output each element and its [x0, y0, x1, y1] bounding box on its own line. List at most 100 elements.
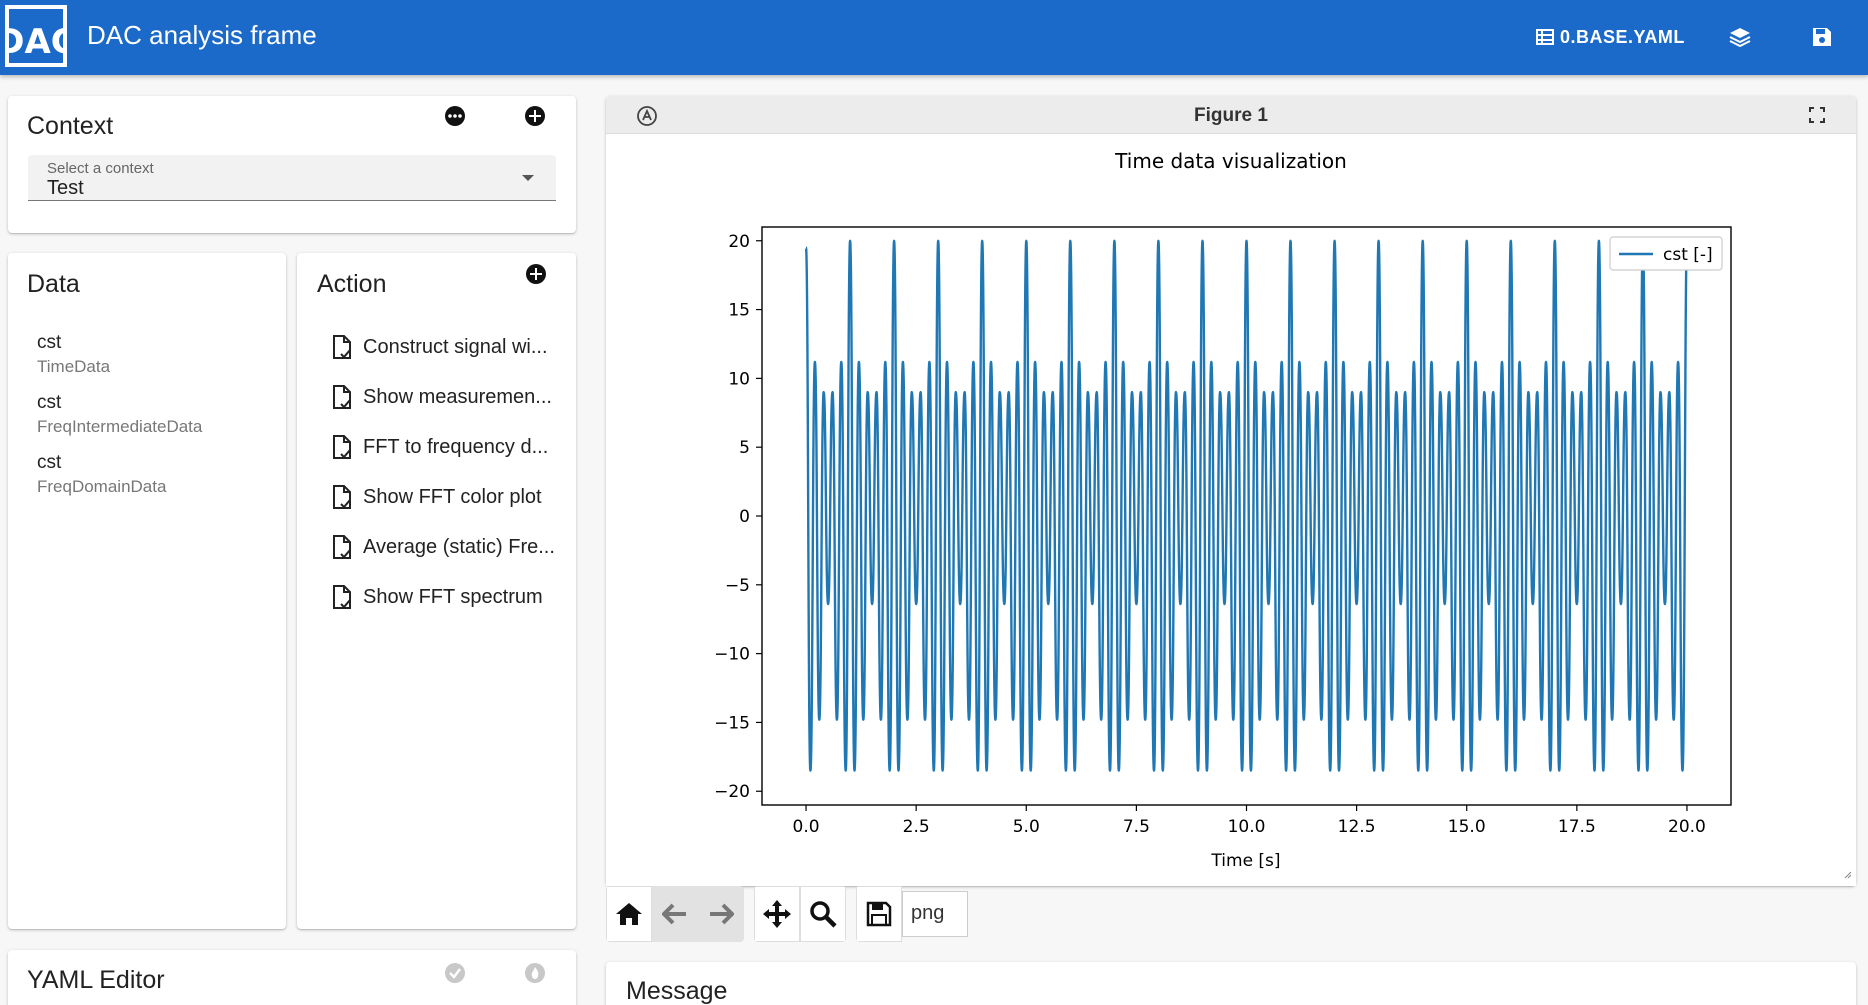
message-panel: Message — [606, 962, 1856, 1005]
message-title: Message — [626, 977, 728, 1005]
y-axis: 20 15 10 5 0 −5 −10 −15 −20 — [714, 232, 762, 802]
fullscreen-icon[interactable] — [1809, 107, 1825, 123]
file-check-icon — [333, 535, 351, 559]
config-file-button[interactable]: 0.BASE.YAML — [1536, 18, 1685, 56]
context-title: Context — [27, 112, 114, 140]
more-horizontal-icon — [445, 106, 465, 126]
data-title: Data — [27, 270, 80, 298]
x-tick-label: 15.0 — [1448, 817, 1486, 837]
context-select-label: Select a context — [47, 160, 154, 177]
data-item-type: TimeData — [37, 357, 111, 376]
action-item-label: Construct signal wi... — [363, 335, 548, 358]
context-more-button[interactable] — [442, 103, 468, 129]
home-icon — [616, 903, 642, 925]
save-button[interactable] — [1812, 18, 1832, 56]
logo-text: DAC — [5, 22, 67, 62]
figure-canvas[interactable]: Time data visualization 20 15 10 5 0 −5 −10 −15… — [606, 134, 1856, 886]
add-context-button[interactable] — [522, 103, 548, 129]
y-tick-label: 10 — [728, 369, 750, 389]
y-tick-label: 0 — [739, 507, 750, 527]
x-tick-label: 7.5 — [1123, 817, 1150, 837]
zoom-button[interactable] — [800, 886, 846, 942]
save-format-field[interactable]: png — [902, 891, 968, 937]
data-item-type: FreqIntermediateData — [37, 417, 203, 436]
action-item-label: Average (static) Fre... — [363, 535, 555, 558]
add-action-button[interactable] — [523, 261, 549, 287]
x-axis-label: Time [s] — [1210, 851, 1280, 871]
action-item[interactable]: Average (static) Fre... — [331, 534, 555, 560]
fire-icon — [525, 963, 545, 983]
file-check-icon — [333, 585, 351, 609]
layers-button[interactable] — [1729, 18, 1751, 56]
action-item-label: FFT to frequency d... — [363, 435, 549, 458]
dropdown-arrow-icon — [522, 175, 534, 181]
y-tick-label: 5 — [739, 438, 750, 458]
data-item-name: cst — [37, 392, 62, 413]
resize-handle-icon[interactable] — [1844, 871, 1852, 879]
time-data-plot[interactable]: Time data visualization 20 15 10 5 0 −5 −10 −15… — [606, 134, 1856, 886]
chart-legend: cst [-] — [1609, 236, 1723, 271]
action-item[interactable]: Show FFT spectrum — [331, 584, 543, 610]
chart-title: Time data visualization — [1114, 149, 1347, 173]
y-tick-label: −15 — [714, 713, 750, 733]
tools-group — [754, 886, 846, 942]
yaml-apply-button[interactable] — [522, 960, 548, 986]
action-item-label: Show FFT spectrum — [363, 585, 543, 608]
data-panel: Data cst TimeData cst FreqIntermediateDa… — [8, 253, 286, 929]
x-tick-label: 17.5 — [1558, 817, 1596, 837]
y-tick-label: 15 — [728, 301, 750, 321]
action-item[interactable]: Construct signal wi... — [331, 334, 548, 360]
check-circle-icon — [445, 963, 465, 983]
yaml-editor-title: YAML Editor — [27, 966, 165, 994]
action-title: Action — [317, 270, 387, 298]
pan-button[interactable] — [754, 886, 800, 942]
x-tick-label: 0.0 — [793, 817, 820, 837]
data-item-type: FreqDomainData — [37, 477, 167, 496]
yaml-editor-panel: YAML Editor — [8, 950, 576, 1005]
legend-label: cst [-] — [1663, 245, 1713, 265]
yaml-validate-button[interactable] — [442, 960, 468, 986]
x-tick-label: 5.0 — [1013, 817, 1040, 837]
figure-toolbar: png — [606, 886, 968, 942]
action-item[interactable]: Show FFT color plot — [331, 484, 542, 510]
back-button[interactable] — [652, 886, 698, 942]
context-select-value: Test — [47, 177, 84, 199]
arrow-left-icon — [662, 903, 686, 925]
x-tick-label: 10.0 — [1228, 817, 1266, 837]
x-tick-label: 20.0 — [1668, 817, 1706, 837]
forward-button[interactable] — [698, 886, 744, 942]
move-arrows-icon — [763, 900, 791, 928]
action-item-label: Show FFT color plot — [363, 485, 542, 508]
context-select[interactable]: Select a context Test — [28, 155, 556, 201]
y-tick-label: −5 — [725, 576, 750, 596]
file-check-icon — [333, 385, 351, 409]
save-figure-button[interactable] — [856, 886, 902, 942]
figure-header: Figure 1 — [606, 96, 1856, 134]
action-item[interactable]: Show measuremen... — [331, 384, 552, 410]
data-item[interactable]: cst FreqIntermediateData — [37, 392, 202, 437]
file-check-icon — [333, 335, 351, 359]
y-tick-label: −20 — [714, 782, 750, 802]
arrow-right-icon — [710, 903, 734, 925]
floppy-disk-icon — [866, 901, 892, 927]
data-item[interactable]: cst TimeData — [37, 332, 110, 377]
app-bar: DAC DAC analysis frame 0.BASE.YAML — [0, 0, 1868, 75]
home-button[interactable] — [606, 886, 652, 942]
data-item-name: cst — [37, 332, 62, 353]
data-item[interactable]: cst FreqDomainData — [37, 452, 166, 497]
x-axis: 0.0 2.5 5.0 7.5 10.0 12.5 15.0 17.5 20.0 — [793, 805, 1706, 837]
y-tick-label: 20 — [728, 232, 750, 252]
series-line-cst — [804, 239, 1689, 772]
data-item-name: cst — [37, 452, 62, 473]
file-check-icon — [333, 435, 351, 459]
save-group: png — [856, 886, 968, 942]
figure-panel: Figure 1 Time data visualization 20 15 10 5… — [606, 96, 1856, 886]
nav-group — [606, 886, 744, 942]
dac-logo: DAC — [5, 5, 67, 67]
table-icon — [1536, 29, 1554, 45]
layers-icon — [1729, 28, 1751, 47]
add-circle-icon — [525, 106, 545, 126]
config-file-label: 0.BASE.YAML — [1560, 26, 1685, 47]
context-panel: Context Select a context Test — [8, 96, 576, 233]
action-item[interactable]: FFT to frequency d... — [331, 434, 548, 460]
